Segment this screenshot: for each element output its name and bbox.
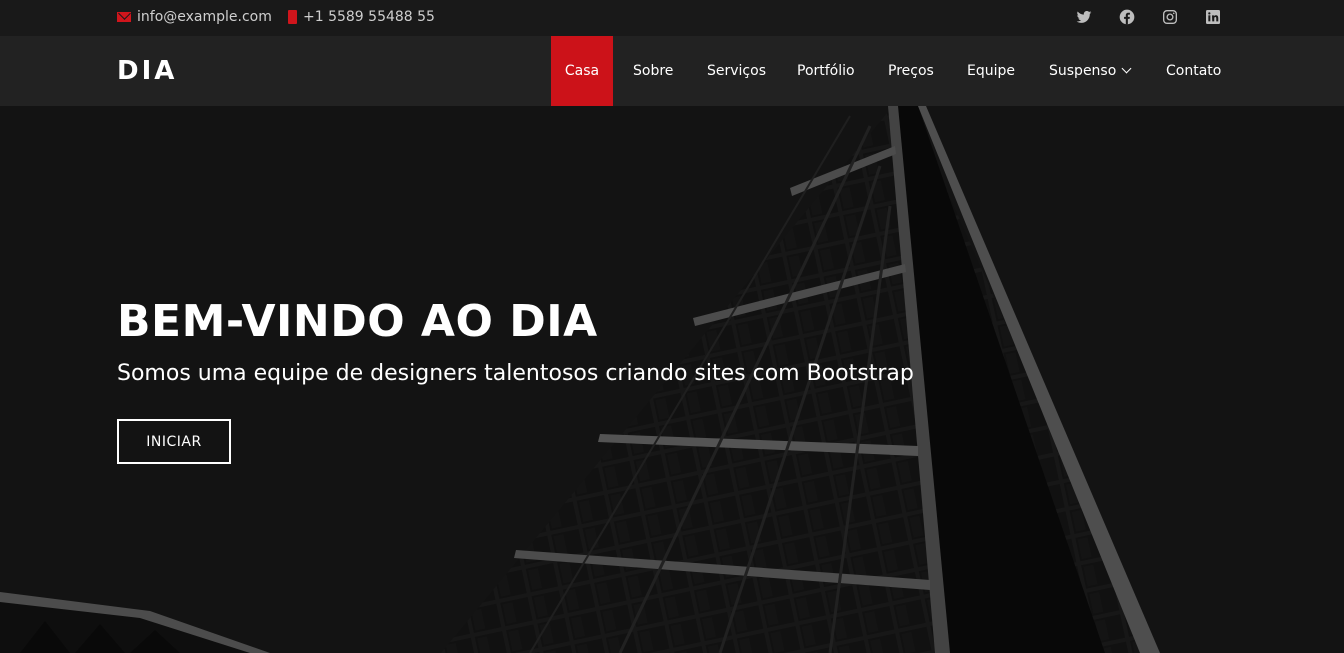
nav-item-precos[interactable]: Preços [888, 36, 934, 106]
nav-item-sobre[interactable]: Sobre [633, 36, 673, 106]
hero-section: BEM-VINDO AO DIA Somos uma equipe de des… [0, 106, 1344, 653]
twitter-icon[interactable] [1074, 0, 1094, 33]
start-button[interactable]: INICIAR [117, 419, 231, 464]
email-text[interactable]: info@example.com [137, 9, 272, 25]
linkedin-icon[interactable] [1203, 0, 1223, 33]
nav-item-casa[interactable]: Casa [551, 36, 613, 106]
facebook-icon[interactable] [1117, 0, 1137, 33]
nav-item-contato[interactable]: Contato [1166, 36, 1221, 106]
phone-icon [288, 9, 297, 24]
nav-item-suspenso[interactable]: Suspenso [1049, 36, 1132, 106]
phone-text[interactable]: +1 5589 55488 55 [303, 9, 435, 25]
hero-title: BEM-VINDO AO DIA [117, 296, 598, 347]
chevron-down-icon [1121, 63, 1132, 73]
nav-item-servicos[interactable]: Serviços [707, 36, 766, 106]
site-logo[interactable]: DIA [117, 36, 177, 106]
main-header: DIA Casa Sobre Serviços Portfólio Preços… [0, 36, 1344, 106]
nav-item-suspenso-label: Suspenso [1049, 63, 1117, 79]
instagram-icon[interactable] [1160, 0, 1180, 33]
hero-subtitle: Somos uma equipe de designers talentosos… [117, 361, 914, 386]
top-bar: info@example.com +1 5589 55488 55 [0, 0, 1344, 36]
contact-email[interactable]: info@example.com [117, 0, 272, 33]
contact-phone[interactable]: +1 5589 55488 55 [288, 0, 435, 33]
nav-item-portfolio[interactable]: Portfólio [797, 36, 855, 106]
nav-item-equipe[interactable]: Equipe [967, 36, 1015, 106]
envelope-icon [117, 11, 131, 22]
